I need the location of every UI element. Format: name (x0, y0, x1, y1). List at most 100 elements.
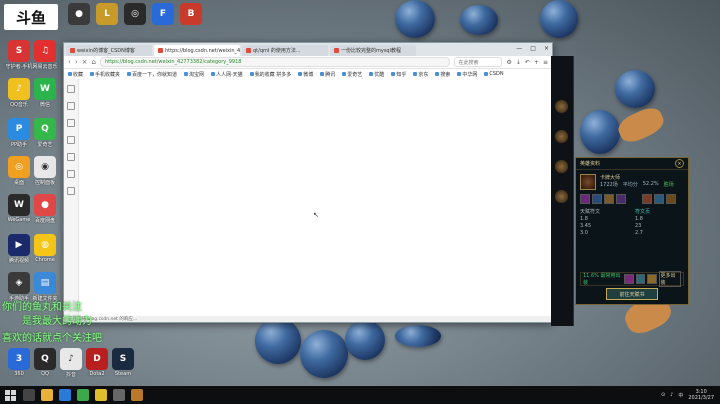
chrome-icon[interactable] (95, 389, 107, 401)
desktop-icon[interactable]: S Steam (106, 348, 140, 377)
app-icon[interactable] (113, 389, 125, 401)
blueberry (345, 320, 385, 360)
bookmark-label: 微博 (303, 71, 314, 78)
panel-header: 英雄资料 × (576, 158, 688, 170)
browser-tab[interactable]: https://blog.csdn.net/weixin_42 (154, 45, 240, 56)
game-client-icon[interactable] (131, 389, 143, 401)
bookmark-item[interactable]: 收藏 (68, 71, 83, 78)
champion-icon[interactable] (555, 160, 568, 173)
rune-icon[interactable] (616, 194, 626, 204)
blueberry (395, 325, 441, 347)
bookmark-item[interactable]: 优酷 (369, 71, 384, 78)
sidebar-icon[interactable] (67, 153, 75, 161)
app-icon: ♪ (60, 348, 82, 370)
tab-bar: weixin的博客_CSDN博客 https://blog.csdn.net/we… (64, 43, 552, 56)
favicon-icon (334, 48, 339, 53)
back-icon[interactable]: ‹ (68, 58, 71, 66)
rune-icon[interactable] (642, 194, 652, 204)
rune-icon[interactable] (580, 194, 590, 204)
maximize-button[interactable]: □ (530, 45, 536, 52)
bookmark-item[interactable]: 微博 (298, 71, 313, 78)
bookmark-icon (391, 72, 396, 76)
item-icon[interactable] (647, 274, 657, 284)
url-field[interactable]: https://blog.csdn.net/weixin_42773382/ca… (99, 57, 451, 67)
stop-icon[interactable]: × (82, 58, 88, 66)
edge-icon[interactable] (59, 389, 71, 401)
desktop-icon[interactable]: ● 百度网盘 (28, 194, 62, 224)
bookmark-item[interactable]: 搜索 (435, 71, 450, 78)
bookmark-item[interactable]: 百度一下，你就知道 (127, 71, 177, 78)
desktop-icon[interactable]: ♫ 网易云音乐 (28, 40, 62, 70)
champion-name: 卡牌大师 (600, 175, 621, 181)
right-stat: 2.7 (635, 230, 643, 236)
undo-icon[interactable]: ↶ (525, 59, 530, 66)
close-icon[interactable]: × (675, 159, 684, 168)
item-icon[interactable] (624, 274, 634, 284)
new-tab-icon[interactable]: + (534, 59, 539, 66)
build-text: 11.6% 最常用出装 (583, 273, 621, 286)
sidebar-icon[interactable] (67, 102, 75, 110)
browser-tab[interactable]: qt/qml 的使用方法... (242, 45, 328, 56)
bookmark-item[interactable]: 腾讯 (320, 71, 335, 78)
rune-icon[interactable] (604, 194, 614, 204)
desktop-icon[interactable]: B (174, 3, 208, 25)
file-explorer-icon[interactable] (41, 389, 53, 401)
forward-icon[interactable]: › (75, 58, 78, 66)
download-icon[interactable]: ↓ (516, 59, 521, 66)
desktop-icon[interactable]: Q 爱奇艺 (28, 118, 62, 148)
input-language[interactable]: 中 (678, 392, 683, 399)
app-icon: Q (34, 348, 56, 370)
item-icon[interactable] (635, 274, 646, 284)
panel-title: 英雄资料 (580, 161, 601, 167)
desktop-icon[interactable]: ▤ 新建文件夹 (28, 272, 62, 302)
minimize-button[interactable]: — (516, 45, 522, 52)
bookmark-item[interactable]: 京东 (413, 71, 428, 78)
bookmark-icon (457, 72, 462, 76)
home-icon[interactable]: ⌂ (92, 58, 96, 66)
sidebar-icon[interactable] (67, 136, 75, 144)
windows-start-icon[interactable] (3, 388, 17, 402)
rune-icon[interactable] (666, 194, 676, 204)
bookmark-item[interactable]: 人人网·天猫 (211, 71, 243, 78)
more-builds-button[interactable]: 更多出装 (658, 271, 682, 287)
search-icon[interactable] (23, 389, 35, 401)
app-icon: ▶ (8, 234, 30, 256)
browser-taskbar-icon[interactable] (77, 389, 89, 401)
sidebar-icon[interactable] (67, 119, 75, 127)
bookmark-label: 中华网 (462, 71, 478, 78)
champion-icon[interactable] (555, 190, 568, 203)
volume-icon[interactable]: ♪ (670, 392, 673, 398)
rune-icon[interactable] (654, 194, 664, 204)
search-input[interactable]: 在此搜索 (454, 57, 503, 67)
bookmark-item[interactable]: 淘宝网 (184, 71, 204, 78)
bookmark-item[interactable]: 爱奇艺 (342, 71, 362, 78)
desktop-icon[interactable]: ◍ Chrome (28, 234, 62, 263)
blueberry (540, 0, 578, 38)
go-to-runes-button[interactable]: 前往天赋书 (606, 288, 658, 300)
blueberry (300, 330, 348, 378)
champion-icon[interactable] (555, 130, 568, 143)
menu-icon[interactable]: ≡ (543, 59, 548, 66)
rune-icon[interactable] (592, 194, 602, 204)
page-content[interactable] (80, 79, 552, 316)
sidebar-icon[interactable] (67, 187, 75, 195)
sidebar-icon[interactable] (67, 170, 75, 178)
bookmark-icon (298, 72, 303, 76)
bookmark-item[interactable]: 我的收藏 拼多多 (249, 71, 291, 78)
champion-icon[interactable] (555, 100, 568, 113)
bookmark-item[interactable]: 知乎 (391, 71, 406, 78)
clock[interactable]: 3:10 2021/3/27 (688, 389, 714, 401)
champion-info-panel: 英雄资料 × 卡牌大师 1722场 平均分 52.2% 胜场 天赋符文 符文页 … (575, 157, 689, 305)
network-icon[interactable]: ⊙ (661, 392, 665, 398)
desktop-icon[interactable]: W 微信 (28, 78, 62, 108)
desktop-icon[interactable]: ◉ 控制面板 (28, 156, 62, 186)
bookmark-item[interactable]: CSDN (484, 71, 504, 77)
bookmark-label: 手机收藏夹 (95, 71, 121, 78)
extensions-icon[interactable]: ⚙ (506, 59, 511, 66)
bookmark-item[interactable]: 中华网 (457, 71, 477, 78)
browser-tab[interactable]: 一份比较完整的mysql教程 (330, 45, 416, 56)
close-button[interactable]: × (544, 45, 549, 52)
bookmark-item[interactable]: 手机收藏夹 (90, 71, 120, 78)
sidebar-icon[interactable] (67, 85, 75, 93)
browser-tab[interactable]: weixin的博客_CSDN博客 (66, 45, 152, 56)
